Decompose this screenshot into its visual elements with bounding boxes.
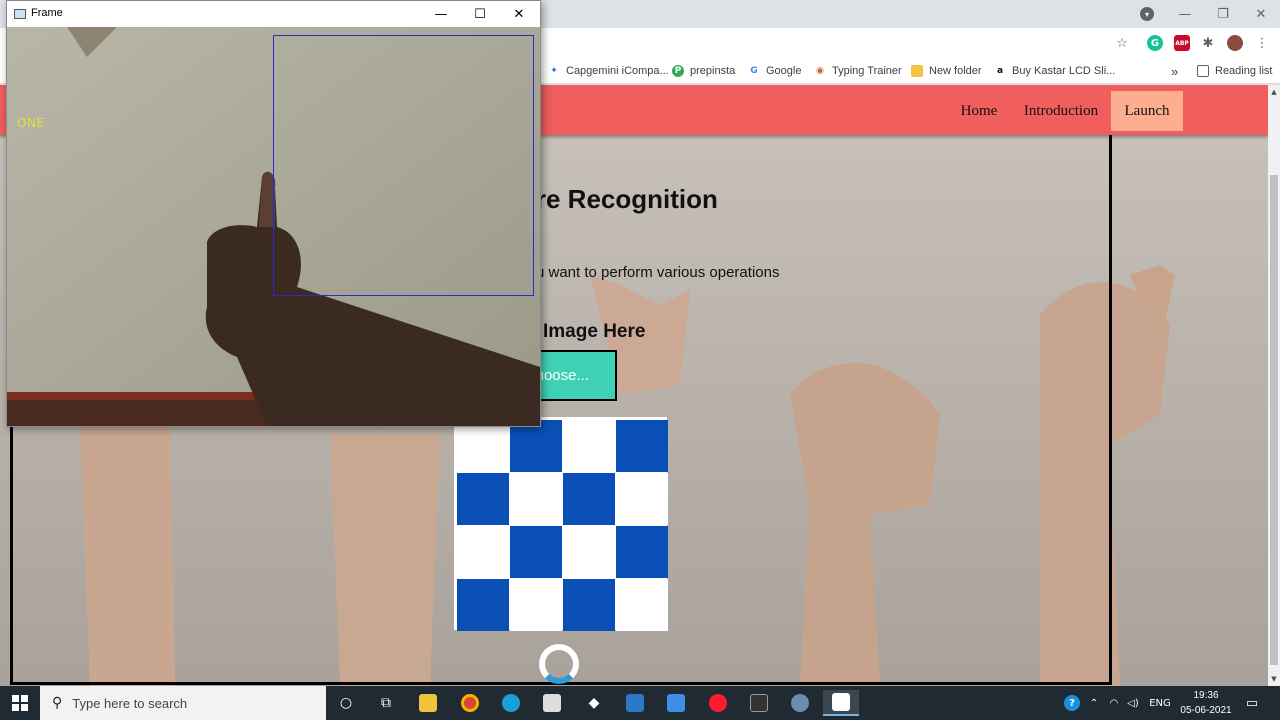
upload-image-label: Image Here	[543, 321, 646, 342]
chrome-icon[interactable]	[452, 690, 488, 716]
preview-tile	[510, 579, 562, 631]
desktop-screen: ▾ — ❐ ✕ ☆ G ABP ✱ ⋮ ✦ Capgemini iCompa..…	[0, 0, 1280, 720]
clock-date: 05-06-2021	[1180, 705, 1232, 716]
preview-tile	[563, 526, 615, 578]
preview-tile	[616, 579, 668, 631]
cortana-icon[interactable]: ○	[328, 690, 364, 716]
preview-tile	[457, 473, 509, 525]
capgemini-icon: ✦	[550, 66, 558, 76]
browser-minimize-button[interactable]: —	[1166, 0, 1204, 28]
bookmark-item-google[interactable]: G Google	[748, 63, 801, 79]
preview-tile	[616, 420, 668, 472]
search-placeholder: Type here to search	[72, 695, 188, 711]
preview-tile	[510, 473, 562, 525]
preview-tile	[616, 526, 668, 578]
file-explorer-icon[interactable]	[410, 690, 446, 716]
python-icon[interactable]	[782, 690, 818, 716]
nav-introduction-link[interactable]: Introduction	[1016, 91, 1106, 131]
loading-spinner	[539, 644, 579, 684]
preview-tile	[457, 526, 509, 578]
search-icon: ⚲	[52, 695, 63, 711]
reading-list-icon	[1197, 65, 1209, 77]
windows-taskbar: ⚲ Type here to search ○ ⧉ ◆ ? ⌃ ◠ ◁) ENG…	[0, 686, 1280, 720]
notification-icon[interactable]: ▭	[1240, 686, 1264, 720]
google-icon: G	[750, 66, 758, 76]
prepinsta-icon: P	[672, 65, 684, 77]
reading-list-button[interactable]: Reading list	[1197, 63, 1272, 79]
uploaded-image-preview	[454, 417, 668, 631]
preview-tile	[510, 420, 562, 472]
preview-tile	[563, 420, 615, 472]
volume-icon[interactable]: ◁)	[1124, 686, 1142, 720]
bookmark-label: Buy Kastar LCD Sli...	[1012, 65, 1116, 77]
browser-close-button[interactable]: ✕	[1242, 0, 1280, 28]
gesture-prediction-label: ONE	[17, 116, 45, 130]
opera-icon[interactable]	[700, 690, 736, 716]
dropbox-icon[interactable]: ◆	[576, 690, 612, 716]
frame-close-button[interactable]: ✕	[499, 1, 539, 27]
wifi-icon[interactable]: ◠	[1106, 686, 1122, 720]
bookmark-label: New folder	[929, 65, 982, 77]
page-description: u want to perform various operations	[536, 264, 780, 281]
webcam-feed: ONE	[7, 27, 540, 426]
terminal-icon[interactable]	[741, 690, 777, 716]
edge-icon[interactable]	[493, 690, 529, 716]
bookmarks-overflow-button[interactable]: »	[1171, 63, 1178, 79]
star-icon[interactable]: ☆	[1114, 35, 1130, 51]
frame-minimize-button[interactable]: —	[421, 1, 461, 27]
visual-studio-icon[interactable]	[617, 690, 653, 716]
scrollbar-thumb[interactable]	[1270, 175, 1278, 665]
preview-tile	[563, 579, 615, 631]
bookmark-item-new-folder[interactable]: New folder	[911, 63, 982, 79]
bookmark-label: prepinsta	[690, 65, 736, 77]
task-view-icon[interactable]: ⧉	[368, 690, 404, 716]
browser-maximize-button[interactable]: ❐	[1204, 0, 1242, 28]
mail-icon[interactable]	[658, 690, 694, 716]
frame-title-bar[interactable]: Frame — ☐ ✕	[7, 1, 540, 27]
bookmark-label: Capgemini iCompa...	[566, 65, 669, 77]
page-heading: ure Recognition	[520, 184, 718, 214]
chevron-up-icon[interactable]: ⌃	[1086, 686, 1102, 720]
bookmark-item-typing-trainer[interactable]: ◉ Typing Trainer	[814, 63, 902, 79]
help-icon[interactable]: ?	[1062, 686, 1082, 720]
frame-maximize-button[interactable]: ☐	[460, 1, 500, 27]
preview-tile	[616, 473, 668, 525]
preview-tile	[457, 579, 509, 631]
windows-logo-icon	[12, 695, 28, 711]
taskbar-clock[interactable]: 19:36 05-06-2021	[1170, 688, 1242, 718]
profile-avatar[interactable]	[1227, 35, 1243, 51]
bookmark-label: Typing Trainer	[832, 65, 902, 77]
scroll-down-arrow[interactable]: ▼	[1268, 673, 1280, 685]
preview-tile	[457, 420, 509, 472]
scroll-up-arrow[interactable]: ▲	[1268, 86, 1280, 98]
menu-dots-icon[interactable]: ⋮	[1254, 35, 1270, 51]
bookmark-label: Google	[766, 65, 802, 77]
frame-app-icon	[14, 9, 26, 19]
bookmark-item-amazon[interactable]: a Buy Kastar LCD Sli...	[994, 63, 1115, 79]
typing-trainer-icon: ◉	[816, 66, 824, 76]
windows-start-button[interactable]	[0, 686, 40, 720]
nav-home-link[interactable]: Home	[952, 91, 1006, 131]
region-of-interest-box	[273, 35, 534, 296]
bookmark-item-prepinsta[interactable]: P prepinsta	[672, 63, 735, 79]
amazon-icon: a	[996, 66, 1004, 76]
clock-time: 19:36	[1193, 690, 1219, 701]
nav-launch-link[interactable]: Launch	[1111, 91, 1183, 131]
chevron-down-icon[interactable]: ▾	[1140, 7, 1154, 21]
preview-tile	[563, 473, 615, 525]
frame-window: Frame — ☐ ✕ ONE	[6, 0, 541, 427]
frame-title: Frame	[31, 7, 63, 19]
reading-list-label: Reading list	[1215, 65, 1273, 77]
grammarly-extension-icon[interactable]: G	[1147, 35, 1163, 51]
preview-tile	[510, 526, 562, 578]
notepad-icon[interactable]	[823, 690, 859, 716]
store-icon[interactable]	[534, 690, 570, 716]
taskbar-search-box[interactable]: ⚲ Type here to search	[40, 686, 326, 720]
folder-icon	[911, 65, 923, 77]
puzzle-icon[interactable]: ✱	[1200, 35, 1216, 51]
adblock-extension-icon[interactable]: ABP	[1174, 35, 1190, 51]
bookmark-item-capgemini[interactable]: ✦ Capgemini iCompa...	[548, 63, 669, 79]
